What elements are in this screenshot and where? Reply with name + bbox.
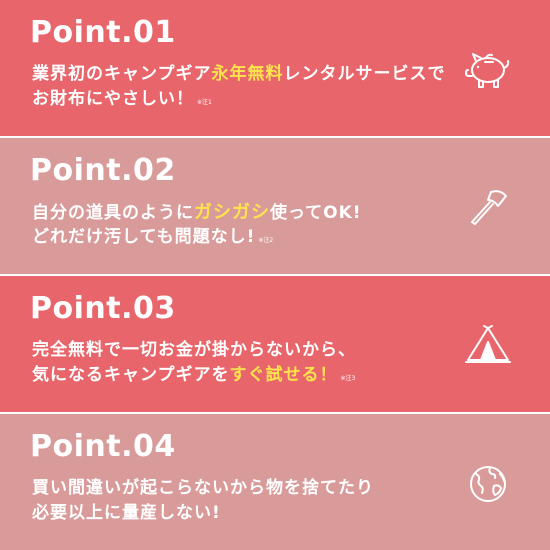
point-03-line-2: 気になるキャンプギアをすぐ試せる！ ※注3: [32, 367, 355, 384]
point-04-line-2: 必要以上に量産しない!: [32, 505, 221, 522]
axe-icon: [464, 184, 512, 230]
point-02-line-1-text-a: 自分の道具のように: [32, 203, 194, 223]
point-02-line-2: どれだけ汚しても問題なし! ※注2: [32, 229, 273, 246]
point-04-line-1: 買い間違いが起こらないから物を捨てたり: [32, 480, 374, 497]
point-03-line-2-text: 気になるキャンプギアを: [32, 365, 230, 385]
point-03-note: ※注3: [340, 375, 356, 382]
point-01-line-1-text-b: レンタルサービスで: [283, 64, 446, 84]
point-03-title: Point.03: [30, 291, 176, 326]
globe-icon: [464, 460, 512, 506]
point-03-panel: Point.03 完全無料で一切お金が掛からないから、 気になるキャンプギアをす…: [0, 276, 550, 412]
point-03-line-1: 完全無料で一切お金が掛からないから、: [32, 342, 356, 359]
piggy-bank-icon: [464, 46, 512, 92]
point-02-line-2-text: どれだけ汚しても問題なし!: [32, 227, 256, 247]
point-02-line-1: 自分の道具のようにガシガシ使ってOK!: [32, 204, 362, 222]
tent-icon: [464, 322, 512, 368]
point-01-line-1: 業界初のキャンプギア永年無料レンタルサービスで: [32, 66, 446, 83]
point-02-highlight: ガシガシ: [194, 202, 270, 223]
point-01-line-2-text: お財布にやさしい！: [32, 89, 194, 109]
point-01-line-1-text-a: 業界初のキャンプギア: [32, 64, 212, 84]
point-04-line-1-text: 買い間違いが起こらないから物を捨てたり: [32, 478, 374, 498]
point-02-panel: Point.02 自分の道具のようにガシガシ使ってOK! どれだけ汚しても問題な…: [0, 138, 550, 274]
point-03-highlight: すぐ試せる！: [229, 365, 338, 385]
point-04-title: Point.04: [30, 429, 176, 464]
point-04-panel: Point.04 買い間違いが起こらないから物を捨てたり 必要以上に量産しない!: [0, 414, 550, 550]
point-04-line-2-text: 必要以上に量産しない!: [32, 503, 221, 523]
point-02-note: ※注2: [258, 237, 274, 244]
point-01-title: Point.01: [30, 15, 176, 50]
point-03-line-1-text: 完全無料で一切お金が掛からないから、: [32, 340, 356, 360]
point-02-line-1-text-b: 使ってOK!: [270, 203, 362, 223]
point-01-panel: Point.01 業界初のキャンプギア永年無料レンタルサービスで お財布にやさし…: [0, 0, 550, 136]
point-01-line-2: お財布にやさしい！ ※注1: [32, 91, 212, 108]
point-02-title: Point.02: [30, 153, 176, 188]
point-01-note: ※注1: [197, 99, 212, 106]
point-01-highlight: 永年無料: [211, 64, 284, 84]
